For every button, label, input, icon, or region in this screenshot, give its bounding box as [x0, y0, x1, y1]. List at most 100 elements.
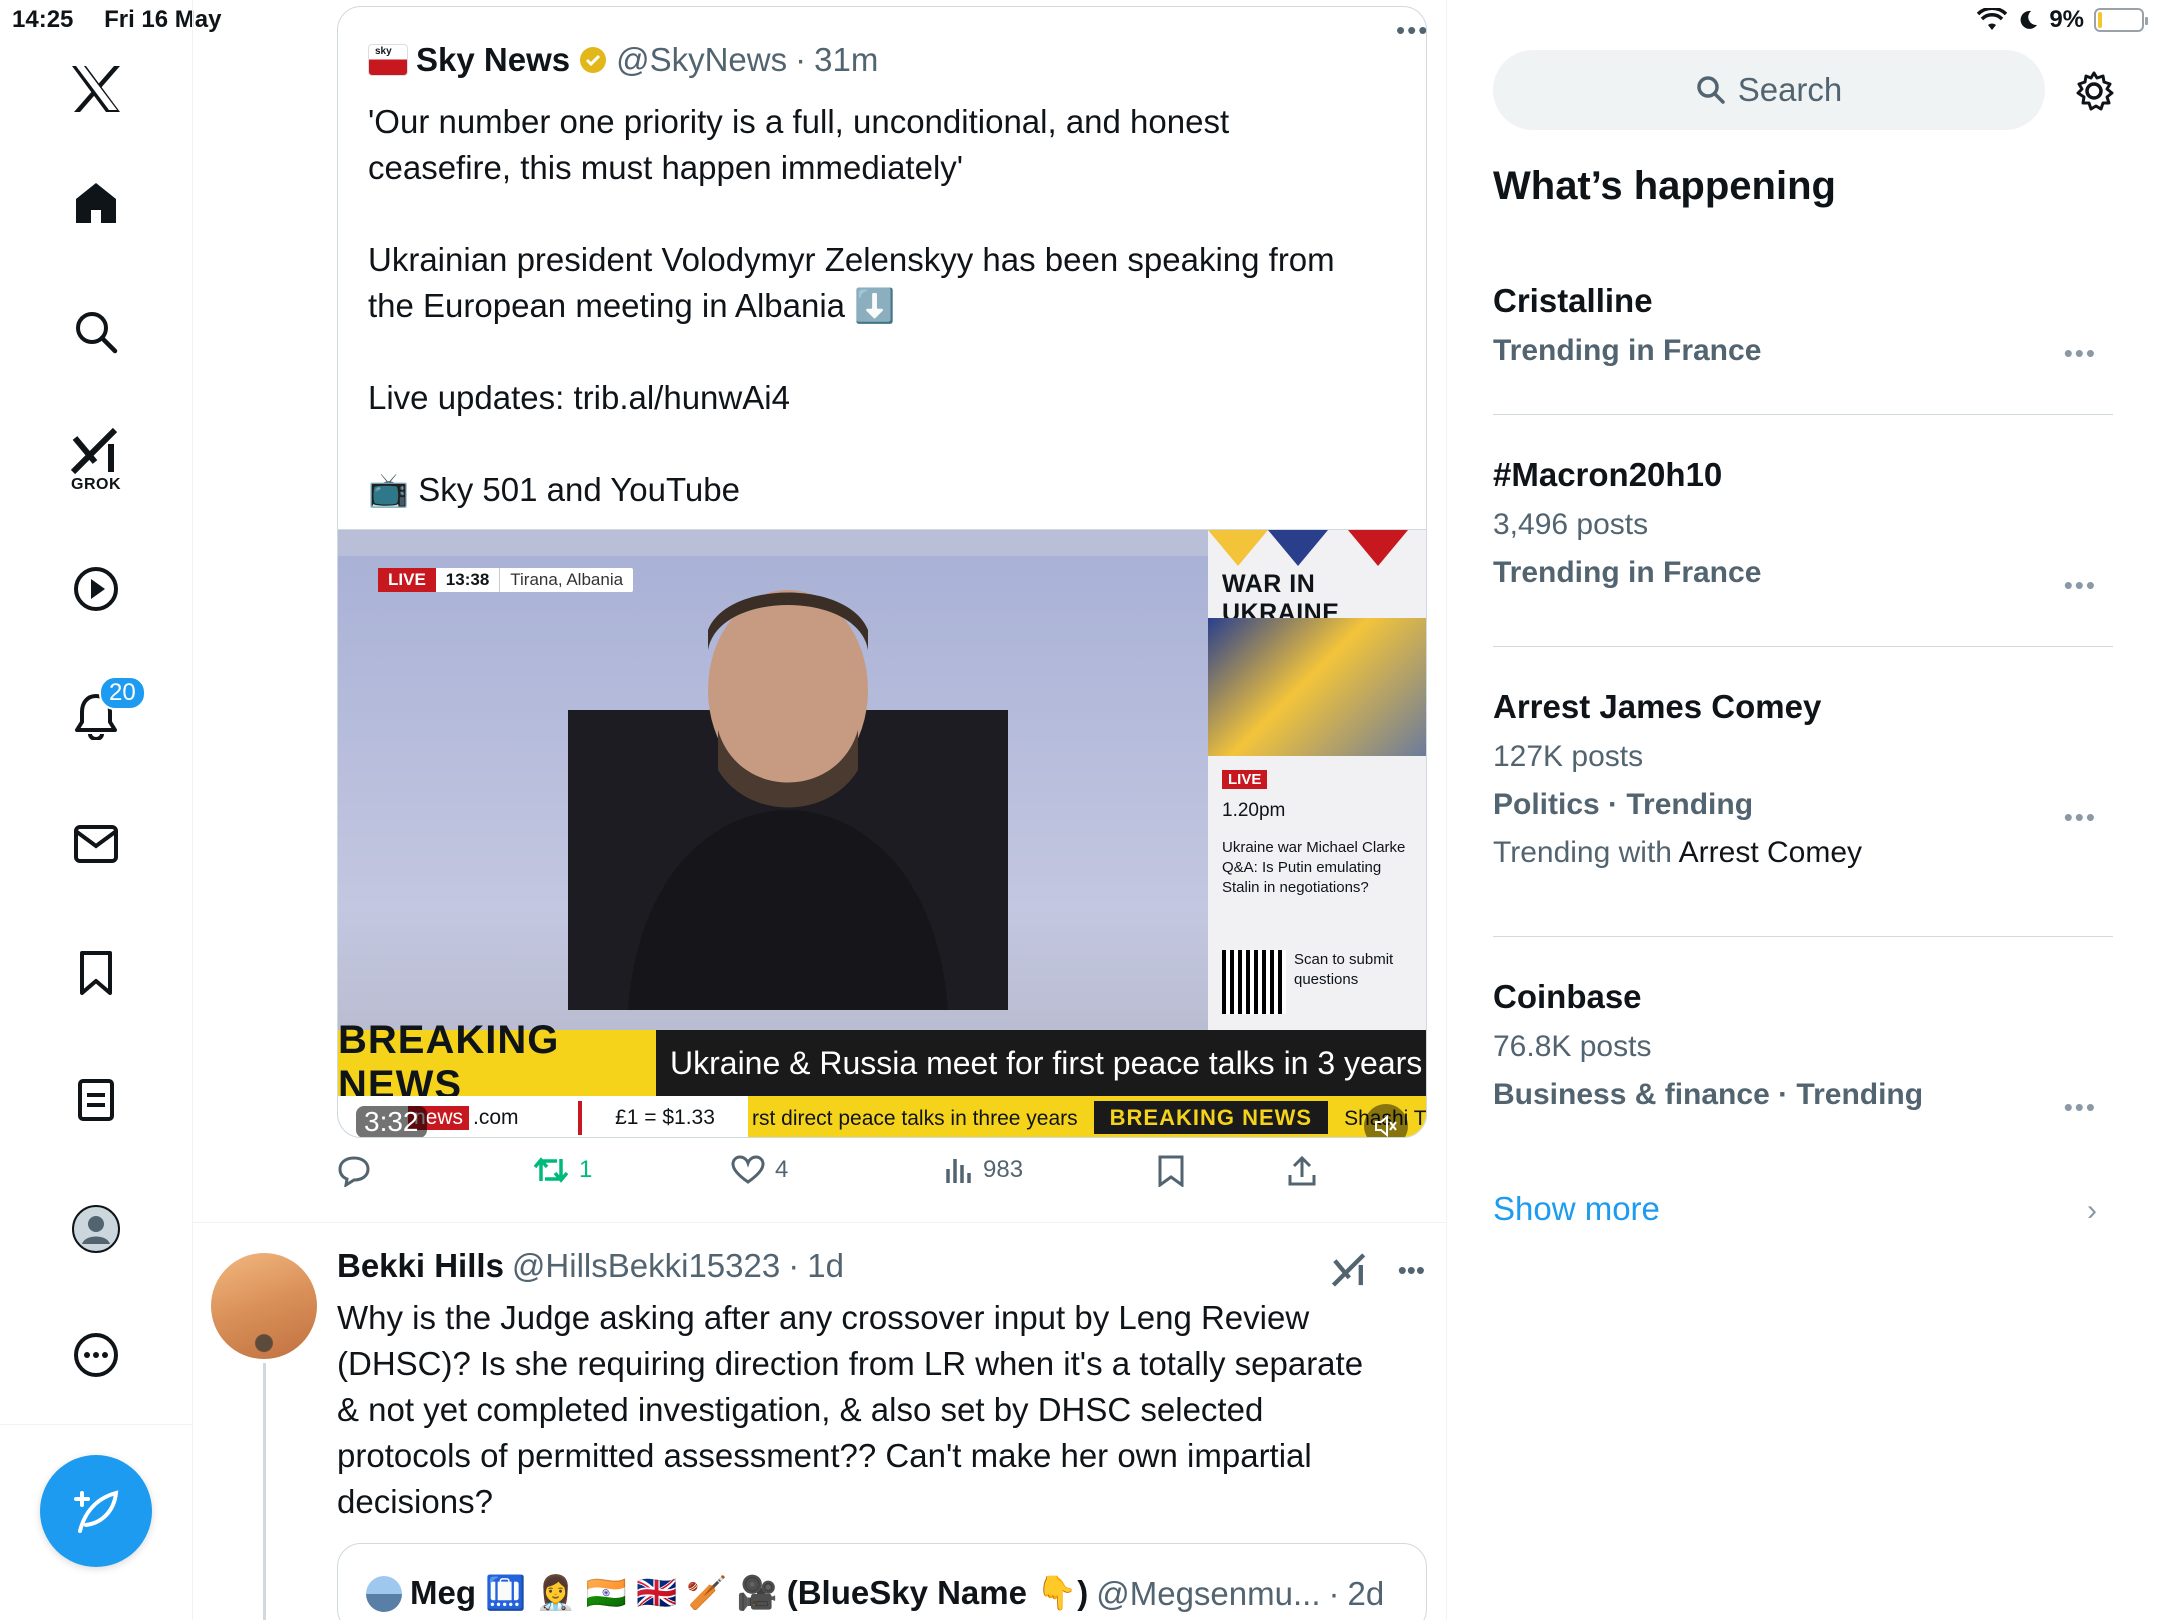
panel-pattern [1208, 530, 1408, 566]
trend-item[interactable]: Cristalline Trending in France ••• [1493, 282, 2113, 368]
embedded-author-name: Meg 🛄 👩‍⚕️ 🇮🇳 🇬🇧 🏏 🎥 (BlueSky Name 👇) [410, 1574, 1089, 1611]
show-more-link[interactable]: Show more [1493, 1190, 1660, 1228]
bookmark-icon [1158, 1155, 1184, 1187]
trend-context: Business & finance · Trending [1493, 1078, 1924, 1111]
reply-header: Bekki Hills @HillsBekki15323 · 1d [337, 1247, 844, 1285]
trend-item[interactable]: Arrest James Comey 127K posts Politics ·… [1493, 688, 2113, 870]
trending-with-prefix: Trending with [1493, 836, 1672, 869]
tweet-time[interactable]: 31m [814, 41, 878, 79]
heart-icon [731, 1155, 765, 1184]
views-button[interactable]: 983 [945, 1155, 1023, 1185]
video-duration: 3:32 [356, 1106, 427, 1137]
trend-context: Trending in France [1493, 334, 1762, 367]
x-logo-icon[interactable] [70, 64, 122, 114]
trend-more-icon[interactable]: ••• [2064, 1092, 2097, 1123]
panel-time: 1.20pm [1222, 800, 1286, 821]
explore-search-icon[interactable] [74, 310, 118, 354]
reply-line: Why is the Judge asking after any crosso… [337, 1299, 1310, 1336]
trend-name: Arrest James Comey [1493, 688, 1822, 725]
more-options-icon[interactable]: ••• [1398, 1255, 1425, 1286]
ticker-breaking-label: BREAKING NEWS [1093, 1101, 1329, 1134]
reply-tools: ••• [1331, 1253, 1425, 1287]
trend-context: Trending in France [1493, 556, 1762, 589]
timeline: ••• sky Sky News @SkyNews · 31m 'Our num… [193, 0, 1629, 1620]
drag-handle-dots: ••• [1396, 15, 1427, 45]
trend-name: Coinbase [1493, 978, 1642, 1015]
live-clock: 13:38 [445, 570, 490, 589]
reply-button[interactable] [337, 1155, 371, 1187]
bookmark-button[interactable] [1157, 1155, 1185, 1187]
video-player[interactable]: LIVE 13:38 Tirana, Albania WAR IN UKRAIN… [338, 529, 1426, 1137]
bookmark-icon[interactable] [78, 950, 114, 996]
lists-icon[interactable] [77, 1078, 115, 1122]
author-name[interactable]: Sky News [416, 41, 570, 79]
reply-line: (DHSC)? Is she requiring direction from … [337, 1345, 1364, 1382]
messages-mail-icon[interactable] [73, 824, 119, 864]
trend-name: #Macron20h10 [1493, 456, 1723, 493]
chevron-right-icon[interactable]: › [2087, 1194, 2097, 1228]
ticker-headline: rst direct peace talks in three years [752, 1107, 1078, 1130]
retweet-icon [533, 1157, 569, 1183]
trend-more-icon[interactable]: ••• [2064, 802, 2097, 833]
tweet-link-line[interactable]: Live updates: trib.al/hunwAi4 [368, 375, 1408, 421]
reply-line: decisions? [337, 1483, 493, 1520]
home-icon[interactable] [73, 180, 119, 226]
tweet-header: sky Sky News @SkyNews · 31m [368, 41, 878, 79]
share-button[interactable] [1287, 1155, 1317, 1187]
search-icon [1696, 76, 1725, 104]
grok-icon[interactable] [1331, 1253, 1368, 1287]
like-button[interactable]: 4 [731, 1155, 788, 1185]
ticker-running-text: rst direct peace talks in three years BRE… [748, 1096, 1426, 1137]
tweet-line: the European meeting in Albania ⬇️ [368, 287, 896, 324]
grok-nav-item[interactable]: GROK [71, 428, 121, 494]
panel-description: Ukraine war Michael Clarke Q&A: Is Putin… [1222, 839, 1406, 896]
trend-more-icon[interactable]: ••• [2064, 338, 2097, 369]
compose-feather-icon [74, 1490, 119, 1533]
notifications-nav-item[interactable]: 20 [73, 676, 146, 740]
search-placeholder: Search [1737, 71, 1843, 108]
tweet-line: ceasefire, this must happen immediately' [368, 149, 964, 186]
trend-item[interactable]: Coinbase 76.8K posts Business & finance … [1493, 978, 2113, 1122]
trend-name: Cristalline [1493, 282, 1653, 319]
more-options-icon[interactable] [73, 1332, 119, 1378]
trending-with-term[interactable]: Arrest Comey [1679, 836, 1862, 869]
sky-news-avatar[interactable]: sky [368, 44, 408, 76]
reply-text: Why is the Judge asking after any crosso… [337, 1295, 1407, 1525]
reply-author-handle[interactable]: @HillsBekki15323 [512, 1247, 780, 1285]
profile-avatar-icon[interactable] [71, 1204, 121, 1254]
bekki-hills-avatar[interactable] [211, 1253, 317, 1359]
embedded-quote-card[interactable]: Meg 🛄 👩‍⚕️ 🇮🇳 🇬🇧 🏏 🎥 (BlueSky Name 👇) @M… [337, 1543, 1427, 1620]
views-count: 983 [983, 1156, 1024, 1183]
grok-icon [71, 428, 118, 474]
breaking-headline: Ukraine & Russia meet for first peace ta… [656, 1030, 1426, 1096]
news-ticker: news .com £1 = $1.33 rst direct peace tal… [338, 1096, 1426, 1137]
trend-divider [1493, 646, 2113, 647]
dot-separator: · [1328, 1574, 1340, 1612]
video-play-icon[interactable] [73, 566, 119, 612]
trend-item[interactable]: #Macron20h10 3,496 posts Trending in Fra… [1493, 456, 2113, 600]
tweet-line: Ukrainian president Volodymyr Zelenskyy … [368, 241, 1335, 278]
tweet-line: 📺 Sky 501 and YouTube [368, 471, 740, 508]
dot-separator: · [795, 41, 807, 78]
speaker-figure [568, 590, 1008, 1010]
settings-gear-icon[interactable] [2073, 70, 2115, 112]
tweet-line: 'Our number one priority is a full, unco… [368, 103, 1230, 140]
notifications-badge: 20 [99, 676, 146, 710]
panel-thumbnail [1208, 618, 1426, 756]
sky-news-tweet-card[interactable]: ••• sky Sky News @SkyNews · 31m 'Our num… [337, 6, 1427, 1138]
reply-tweet[interactable]: Bekki Hills @HillsBekki15323 · 1d ••• Wh… [193, 1223, 1447, 1620]
share-upload-icon [1288, 1155, 1316, 1186]
breaking-news-bar: BREAKING NEWS Ukraine & Russia meet for … [338, 1018, 1426, 1107]
scan-text: Scan to submit questions [1294, 951, 1394, 988]
author-handle[interactable]: @SkyNews [616, 41, 787, 79]
trend-more-icon[interactable]: ••• [2064, 570, 2097, 601]
search-box[interactable]: Search [1493, 50, 2045, 130]
reply-author-name[interactable]: Bekki Hills [337, 1247, 504, 1285]
retweet-button[interactable]: 1 [533, 1155, 592, 1185]
compose-post-button[interactable] [40, 1455, 152, 1567]
reply-line: & not yet completed investigation, & als… [337, 1391, 1264, 1428]
dot-separator: · [788, 1247, 800, 1284]
trend-divider [1493, 936, 2113, 937]
reply-time[interactable]: 1d [807, 1247, 844, 1285]
embedded-author-handle: @Megsenmu... [1096, 1574, 1321, 1612]
